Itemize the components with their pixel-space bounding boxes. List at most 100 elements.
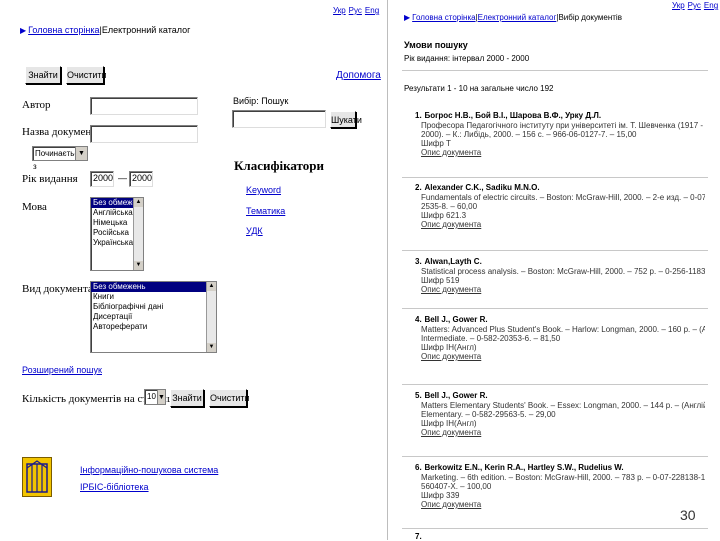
scroll-up-icon[interactable]: ▲	[134, 198, 143, 207]
classifier-keyword-link[interactable]: Keyword	[246, 185, 281, 195]
ext-search-label: Вибір: Пошук	[233, 96, 289, 106]
result-authors: Bell J., Gower R.	[424, 315, 488, 324]
result-desc: Matters: Advanced Plus Student's Book. –…	[421, 325, 705, 334]
scroll-up-icon[interactable]: ▲	[207, 282, 216, 291]
doctype-listbox[interactable]: Без обмежень Книги Бібліографічні дані Д…	[90, 281, 217, 353]
ext-search-input[interactable]	[232, 110, 326, 128]
separator	[402, 250, 708, 251]
result-item: 4. Bell J., Gower R. Matters: Advanced P…	[415, 314, 705, 361]
year-dash: —	[118, 173, 127, 183]
per-page-select[interactable]: 10 ▼	[144, 389, 166, 405]
result-details-link[interactable]: Опис документа	[421, 500, 705, 509]
doctype-option[interactable]: Книги	[91, 292, 206, 302]
result-details-link[interactable]: Опис документа	[421, 352, 705, 361]
result-details-link[interactable]: Опис документа	[421, 148, 705, 157]
doctype-option[interactable]: Бібліографічні дані	[91, 302, 206, 312]
page-number: 30	[680, 507, 696, 523]
classifier-udc-link[interactable]: УДК	[246, 226, 263, 236]
language-option[interactable]: Англійська	[91, 208, 133, 218]
breadcrumb-home[interactable]: Головна сторінка	[28, 25, 99, 35]
result-desc: Statistical process analysis. – Boston: …	[421, 267, 705, 276]
result-number: 1.	[415, 111, 422, 120]
per-page-search-button[interactable]: Знайти	[170, 389, 204, 407]
doctype-label: Вид документа	[22, 283, 93, 295]
breadcrumb-catalog[interactable]: Електронний каталог	[478, 13, 557, 22]
lang-link-ukr[interactable]: Укр	[672, 1, 685, 10]
language-listbox[interactable]: Без обмежень Англійська Німецька Російсь…	[90, 197, 144, 271]
doctype-option[interactable]: Без обмежень	[91, 282, 206, 292]
title-mode-select[interactable]: Починається з ▼	[32, 146, 88, 171]
result-authors: Berkowitz E.N., Kerin R.A., Hartley S.W.…	[424, 463, 624, 472]
help-link[interactable]: Допомога	[336, 70, 381, 81]
logo-system-link[interactable]: Інформаційно-пошукова система	[80, 465, 218, 475]
lang-link-eng[interactable]: Eng	[704, 1, 718, 10]
clear-button[interactable]: Очистити	[66, 66, 107, 84]
separator	[402, 384, 708, 385]
results-summary: Результати 1 - 10 на загальне число 192	[404, 84, 554, 93]
result-item: 5. Bell J., Gower R. Matters Elementary …	[415, 390, 705, 437]
result-authors: Богрос Н.В., Бой В.І., Шарова В.Ф., Урку…	[424, 111, 602, 120]
result-desc: Fundamentals of electric circuits. – Bos…	[421, 193, 705, 202]
right-breadcrumb: ▶ Головна сторінка|Електронний каталог|Ви…	[404, 13, 622, 22]
chevron-down-icon: ▼	[75, 147, 87, 160]
query-line: Рік видання: інтервал 2000 - 2000	[404, 54, 530, 63]
year-to-input[interactable]: 2000	[129, 171, 153, 187]
result-authors: Alwan,Layth C.	[424, 257, 482, 266]
result-authors: Bell J., Gower R.	[424, 391, 488, 400]
separator	[402, 177, 708, 178]
query-title: Умови пошуку	[404, 40, 468, 50]
breadcrumb-arrow-icon: ▶	[404, 13, 411, 22]
language-option[interactable]: Українська	[91, 238, 133, 248]
language-option[interactable]: Без обмежень	[91, 198, 143, 208]
result-shelf: Шифр ІН(Англ)	[421, 343, 477, 352]
result-number: 2.	[415, 183, 422, 192]
scroll-down-icon[interactable]: ▼	[207, 343, 216, 352]
left-language-links: Укр Рус Eng	[333, 6, 382, 15]
result-desc: Професора Педагогічного інституту при ун…	[421, 121, 704, 130]
result-desc: 560407-X. – 100,00	[421, 482, 492, 491]
breadcrumb-selection: Вибір документів	[558, 13, 622, 22]
result-desc: 2535-8. – 60,00	[421, 202, 478, 211]
logo-library-link[interactable]: ІРБІС-бібліотека	[80, 482, 149, 492]
result-details-link[interactable]: Опис документа	[421, 220, 705, 229]
result-desc: Elementary. – 0-582-29563-5. – 29,00	[421, 410, 556, 419]
result-item: 2. Alexander C.K., Sadiku M.N.O. Fundame…	[415, 182, 705, 229]
result-shelf: Шифр 621.3	[421, 211, 467, 220]
separator	[402, 70, 708, 71]
search-button[interactable]: Знайти	[25, 66, 61, 84]
doctype-option[interactable]: Дисертації	[91, 312, 206, 322]
author-label: Автор	[22, 99, 51, 111]
scroll-down-icon[interactable]: ▼	[134, 261, 143, 270]
lang-link-rus[interactable]: Рус	[688, 1, 701, 10]
author-input[interactable]	[90, 97, 198, 115]
doctype-option[interactable]: Автореферати	[91, 322, 206, 332]
result-item: 6. Berkowitz E.N., Kerin R.A., Hartley S…	[415, 462, 705, 509]
separator	[402, 456, 708, 457]
result-number: 6.	[415, 463, 422, 472]
year-label: Рік видання	[22, 173, 78, 185]
result-details-link[interactable]: Опис документа	[421, 428, 705, 437]
chevron-down-icon: ▼	[157, 390, 165, 404]
language-label: Мова	[22, 201, 47, 213]
language-option[interactable]: Російська	[91, 228, 133, 238]
lang-link-eng[interactable]: Eng	[365, 6, 379, 15]
result-details-link[interactable]: Опис документа	[421, 285, 705, 294]
per-page-clear-button[interactable]: Очистити	[209, 389, 250, 407]
ext-search-button[interactable]: Шукати	[330, 111, 362, 128]
breadcrumb-home[interactable]: Головна сторінка	[412, 13, 475, 22]
advanced-search-link[interactable]: Розширений пошук	[22, 365, 102, 375]
separator	[402, 308, 708, 309]
title-input[interactable]	[90, 125, 198, 143]
year-from-input[interactable]: 2000	[90, 171, 114, 187]
result-desc: Marketing. – 6th edition. – Boston: McGr…	[421, 473, 705, 482]
lang-link-rus[interactable]: Рус	[349, 6, 362, 15]
classifiers-title: Класифікатори	[234, 158, 324, 173]
result-item: 3. Alwan,Layth C. Statistical process an…	[415, 256, 705, 294]
classifier-topic-link[interactable]: Тематика	[246, 206, 285, 216]
language-option[interactable]: Німецька	[91, 218, 133, 228]
lang-link-ukr[interactable]: Укр	[333, 6, 346, 15]
doctype-scrollbar[interactable]: ▲ ▼	[206, 282, 216, 352]
result-number: 5.	[415, 391, 422, 400]
language-scrollbar[interactable]: ▲ ▼	[133, 198, 143, 270]
result-authors: Alexander C.K., Sadiku M.N.O.	[424, 183, 540, 192]
